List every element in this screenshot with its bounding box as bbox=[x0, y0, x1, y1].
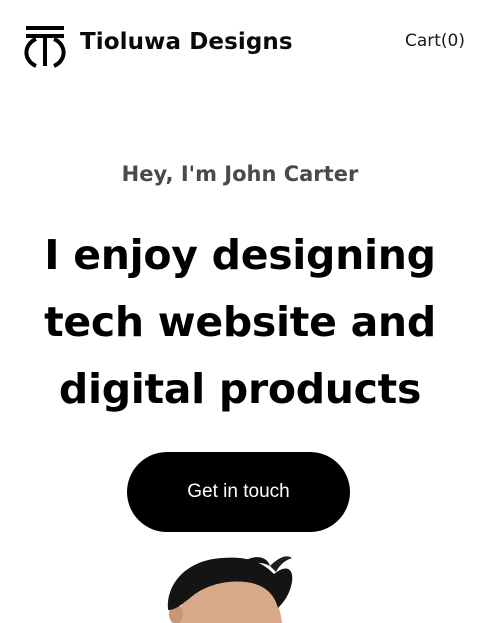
headline-line: I enjoy designing bbox=[44, 231, 436, 279]
hero-greeting: Hey, I'm John Carter bbox=[121, 162, 359, 186]
hero-headline: I enjoy designing tech website and digit… bbox=[0, 222, 480, 423]
site-header: Tioluwa Designs Cart(0) bbox=[0, 0, 480, 88]
cart-link[interactable]: Cart(0) bbox=[405, 29, 465, 53]
portrait-photo bbox=[150, 552, 310, 623]
pillar-logo-icon[interactable] bbox=[24, 24, 66, 68]
headline-line: tech website and bbox=[44, 298, 436, 346]
brand-name[interactable]: Tioluwa Designs bbox=[80, 26, 293, 58]
get-in-touch-button[interactable]: Get in touch bbox=[127, 452, 350, 532]
headline-line: digital products bbox=[58, 365, 422, 413]
